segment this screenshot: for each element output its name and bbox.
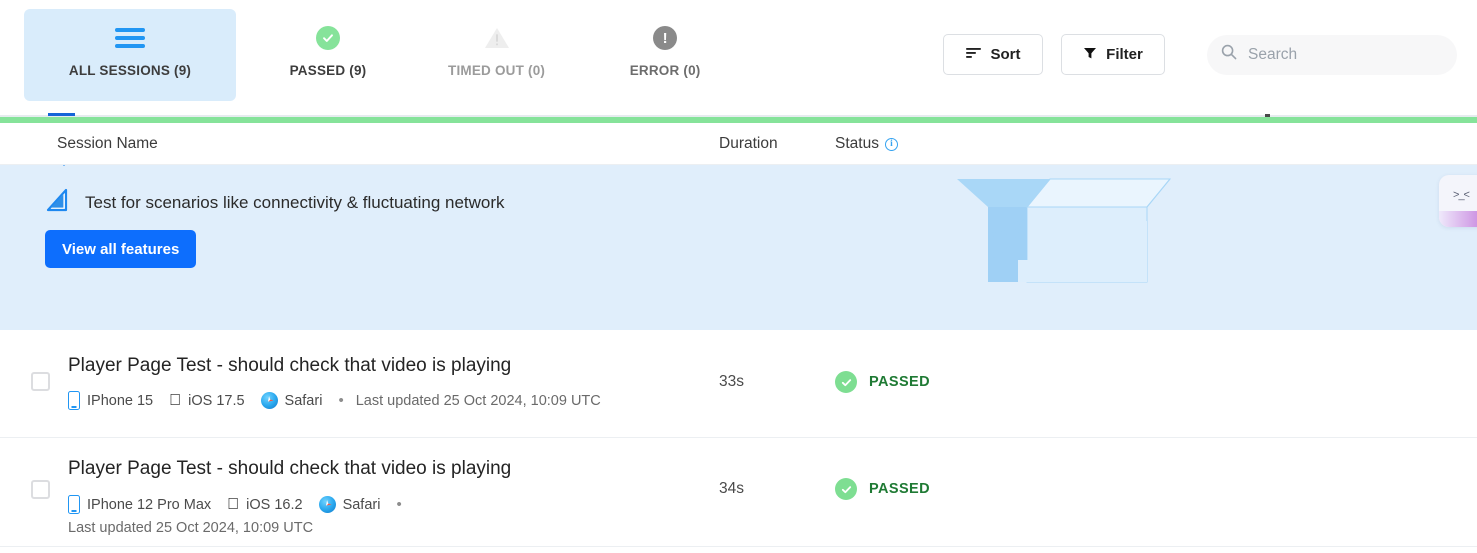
clipped-triangle-fragment (55, 165, 73, 166)
warning-triangle-icon (484, 23, 510, 53)
tab-error-label: ERROR (0) (629, 63, 701, 78)
status-label: PASSED (869, 374, 930, 390)
browser-meta: Safari (318, 496, 381, 513)
open-box-illustration (955, 175, 1255, 320)
safari-icon (260, 392, 278, 409)
device-meta: IPhone 15 (68, 391, 153, 410)
filter-button[interactable]: Filter (1061, 34, 1165, 75)
session-meta: IPhone 15  iOS 17.5 Safari • Last updat… (68, 391, 601, 410)
search-icon (1221, 44, 1237, 65)
table-row[interactable]: Player Page Test - should check that vid… (0, 330, 1477, 438)
safari-icon (318, 496, 336, 513)
phone-icon (68, 391, 80, 410)
meta-separator: • (338, 392, 343, 409)
status-badge: PASSED (835, 478, 930, 500)
sessions-page: ALL SESSIONS (9) PASSED (9) TIMED OUT (0… (0, 0, 1477, 553)
widget-gradient (1439, 211, 1477, 227)
last-updated: Last updated 25 Oct 2024, 10:09 UTC (68, 520, 314, 536)
search-input[interactable] (1248, 45, 1443, 64)
peek-blue-fragment (48, 113, 75, 116)
sort-label: Sort (990, 46, 1021, 63)
info-icon[interactable]: i (884, 137, 898, 151)
column-header-duration: Duration (719, 135, 778, 152)
row-checkbox[interactable] (31, 480, 50, 499)
circle-exclamation-icon: ! (653, 23, 678, 53)
column-header-status: Status i (835, 135, 898, 153)
circle-check-icon (835, 371, 857, 393)
tab-all-sessions[interactable]: ALL SESSIONS (9) (24, 9, 236, 101)
floating-feedback-widget[interactable]: >_< (1439, 175, 1477, 227)
session-duration: 34s (719, 480, 744, 497)
promo-headline: Test for scenarios like connectivity & f… (85, 192, 505, 212)
os-name: iOS 17.5 (176, 392, 244, 409)
sort-icon (965, 46, 982, 63)
filter-icon (1083, 46, 1097, 64)
network-signal-icon (45, 187, 71, 218)
table-header: Session Name Duration Status i (0, 123, 1477, 165)
search-box[interactable] (1207, 34, 1457, 75)
browser-name: Safari (272, 392, 323, 409)
tab-error[interactable]: ! ERROR (0) (605, 9, 725, 94)
tab-passed[interactable]: PASSED (9) (268, 9, 388, 94)
column-header-status-label: Status (835, 135, 879, 152)
tab-passed-label: PASSED (9) (289, 63, 367, 78)
hamburger-icon (115, 23, 145, 53)
circle-check-icon (316, 23, 340, 53)
tab-all-sessions-label: ALL SESSIONS (9) (68, 63, 192, 78)
promo-headline-row: Test for scenarios like connectivity & f… (45, 187, 505, 218)
scrolled-content-peek (0, 104, 1477, 118)
device-name: IPhone 12 Pro Max (87, 496, 212, 513)
circle-check-icon (835, 478, 857, 500)
top-toolbar: ALL SESSIONS (9) PASSED (9) TIMED OUT (0… (0, 0, 1477, 110)
os-name: iOS 16.2 (234, 496, 302, 513)
view-all-features-button[interactable]: View all features (45, 230, 197, 268)
browser-name: Safari (330, 496, 381, 513)
tab-timed-out-label: TIMED OUT (0) (448, 63, 546, 78)
os-meta:  iOS 16.2 (227, 496, 302, 513)
row-checkbox[interactable] (31, 372, 50, 391)
phone-icon (68, 495, 80, 514)
last-updated: Last updated 25 Oct 2024, 10:09 UTC (343, 392, 601, 409)
session-meta: IPhone 12 Pro Max  iOS 16.2 Safari • (68, 495, 414, 514)
tab-timed-out[interactable]: TIMED OUT (0) (430, 9, 563, 94)
column-header-session-name: Session Name (57, 135, 158, 152)
meta-separator: • (396, 496, 401, 513)
session-title[interactable]: Player Page Test - should check that vid… (68, 355, 511, 377)
status-badge: PASSED (835, 371, 930, 393)
device-name: IPhone 15 (87, 392, 154, 409)
sort-button[interactable]: Sort (943, 34, 1043, 75)
device-meta: IPhone 12 Pro Max (68, 495, 211, 514)
session-title[interactable]: Player Page Test - should check that vid… (68, 458, 511, 480)
status-label: PASSED (869, 481, 930, 497)
widget-face-label: >_< (1453, 189, 1470, 201)
status-tab-bar: ALL SESSIONS (9) PASSED (9) TIMED OUT (0… (0, 0, 725, 101)
apple-icon:  (227, 496, 239, 513)
browser-meta: Safari (260, 392, 323, 409)
filter-label: Filter (1106, 46, 1143, 63)
session-duration: 33s (719, 373, 744, 390)
table-row[interactable]: Player Page Test - should check that vid… (0, 438, 1477, 547)
toolbar-actions: Sort Filter (943, 34, 1457, 75)
apple-icon:  (169, 392, 181, 409)
os-meta:  iOS 17.5 (169, 392, 244, 409)
promo-banner: Test for scenarios like connectivity & f… (0, 165, 1477, 330)
